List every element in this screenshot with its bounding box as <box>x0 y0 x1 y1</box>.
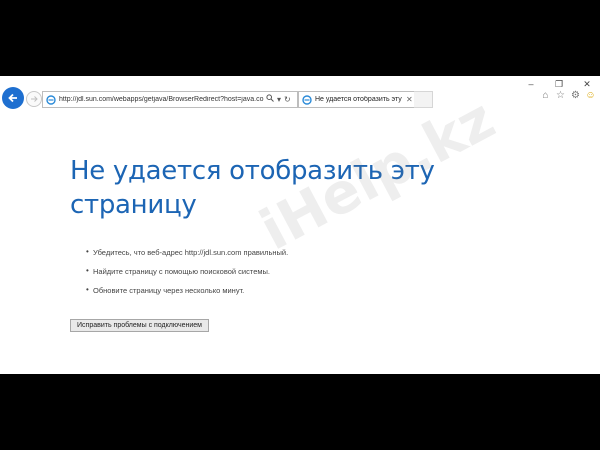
url-text[interactable]: http://jdl.sun.com/webapps/getjava/Brows… <box>59 96 264 103</box>
favorites-star-icon[interactable]: ☆ <box>555 90 566 101</box>
ie-logo-icon <box>302 94 312 105</box>
dropdown-icon[interactable]: ▾ <box>277 95 281 105</box>
refresh-icon[interactable]: ↻ <box>284 95 291 105</box>
error-page: Не удается отобразить эту страницу Убеди… <box>70 154 490 332</box>
list-item: Обновите страницу через несколько минут. <box>86 285 490 295</box>
new-tab-button[interactable] <box>414 91 433 108</box>
toolbar-right: ⌂ ☆ ⚙ ☺ <box>540 90 596 101</box>
ie-logo-icon <box>46 94 56 105</box>
home-icon[interactable]: ⌂ <box>540 90 551 101</box>
feedback-smiley-icon[interactable]: ☺ <box>585 90 596 101</box>
minimize-button[interactable]: – <box>524 78 538 90</box>
forward-button[interactable] <box>26 91 42 107</box>
page-title: Не удается отобразить эту страницу <box>70 156 435 220</box>
list-item: Найдите страницу с помощью поисковой сис… <box>86 266 490 276</box>
tab-current[interactable]: Не удается отобразить эту ... ✕ <box>298 91 416 108</box>
close-tab-icon[interactable]: ✕ <box>406 95 413 104</box>
back-button[interactable] <box>2 87 24 109</box>
address-bar[interactable]: http://jdl.sun.com/webapps/getjava/Brows… <box>42 91 298 108</box>
list-item: Убедитесь, что веб-адрес http://jdl.sun.… <box>86 247 490 257</box>
browser-window: – ❐ ✕ http://jdl.sun.com/webapps/getjava… <box>0 76 600 374</box>
tips-list: Убедитесь, что веб-адрес http://jdl.sun.… <box>86 247 490 295</box>
fix-connection-button[interactable]: Исправить проблемы с подключением <box>70 319 209 332</box>
settings-gear-icon[interactable]: ⚙ <box>570 90 581 101</box>
tab-title: Не удается отобразить эту ... <box>315 96 403 103</box>
close-window-button[interactable]: ✕ <box>580 78 594 90</box>
arrow-left-icon <box>8 93 17 103</box>
search-icon[interactable] <box>266 94 274 105</box>
arrow-right-icon <box>31 96 38 102</box>
window-controls: – ❐ ✕ <box>524 78 594 90</box>
maximize-button[interactable]: ❐ <box>552 78 566 90</box>
